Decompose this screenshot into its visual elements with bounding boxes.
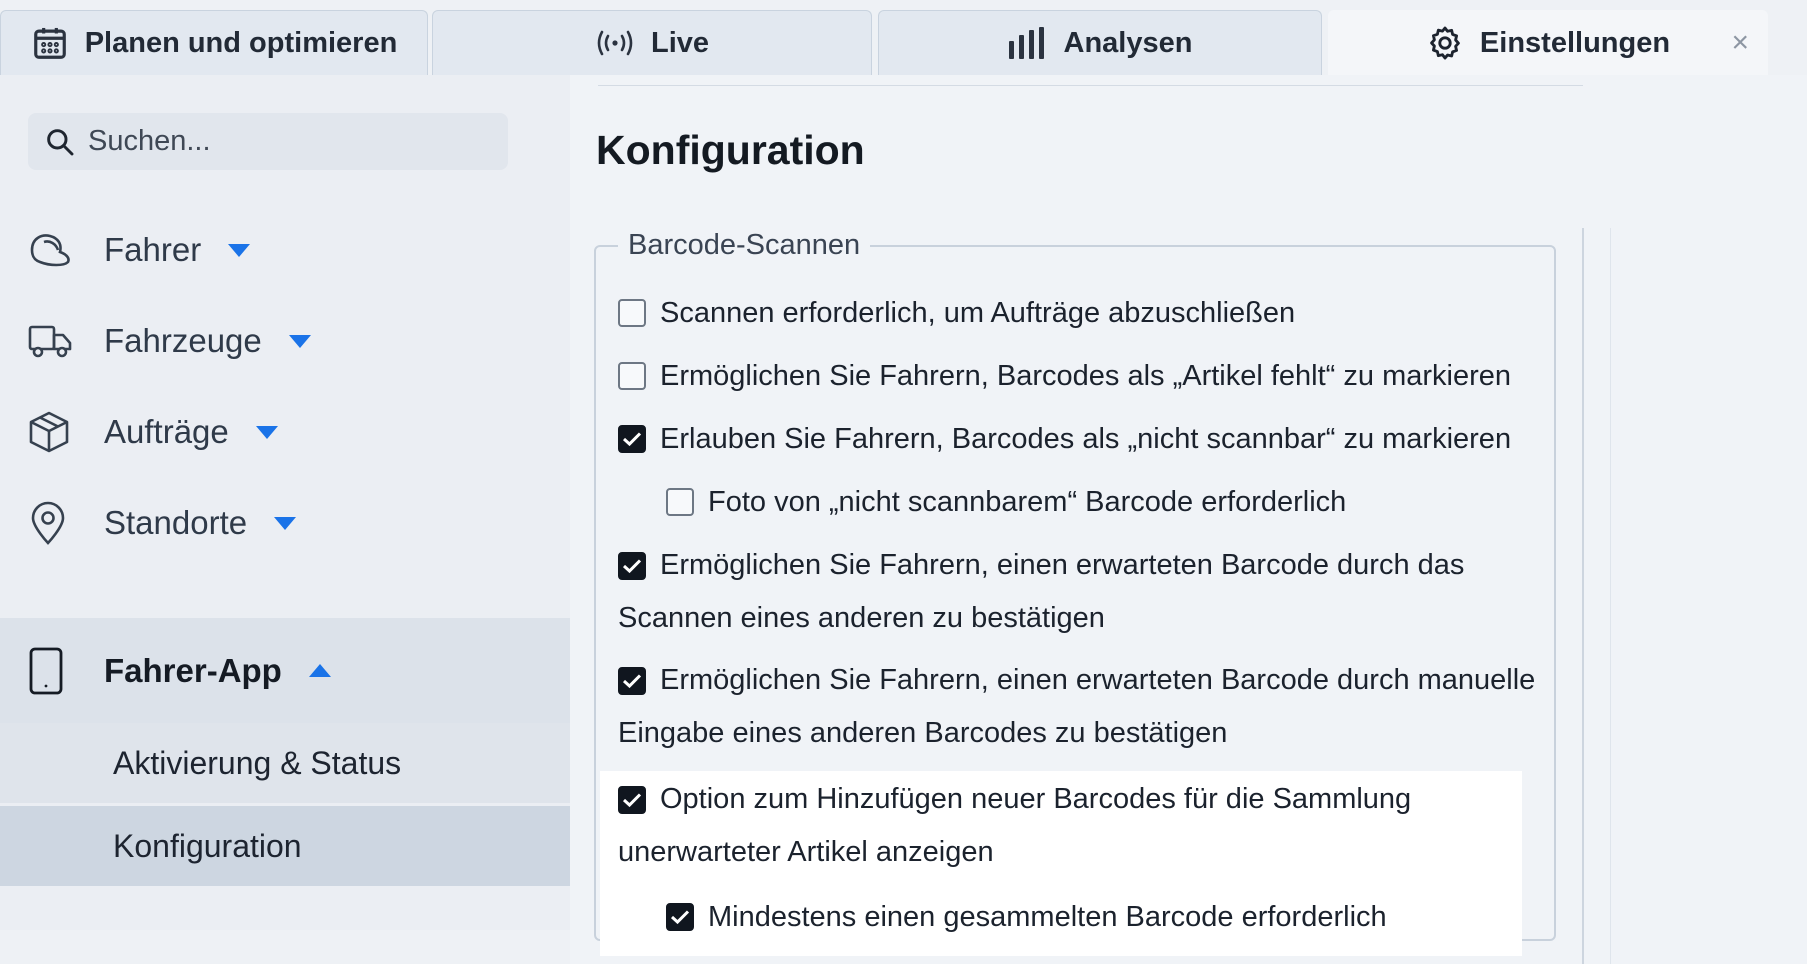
checkmark-icon	[622, 793, 642, 808]
checkbox[interactable]	[618, 552, 646, 581]
sidebar-subitem-label: Aktivierung & Status	[113, 744, 402, 781]
tab-label: Live	[650, 26, 710, 59]
sidebar-item-fahrer-app[interactable]: Fahrer-App	[0, 618, 570, 723]
option-mark-unscannable[interactable]: Erlauben Sie Fahrern, Barcodes als „nich…	[618, 413, 1511, 466]
option-mark-missing[interactable]: Ermöglichen Sie Fahrern, Barcodes als „A…	[618, 350, 1511, 403]
sidebar-item-label: Standorte	[104, 504, 248, 541]
scrollbar-track[interactable]	[1582, 228, 1584, 964]
option-min-one-barcode[interactable]: Mindestens einen gesammelten Barcode erf…	[666, 891, 1387, 944]
search-input[interactable]	[86, 124, 490, 159]
option-label: Ermöglichen Sie Fahrern, Barcodes als „A…	[660, 360, 1511, 392]
tab-label: Planen und optimieren	[84, 26, 398, 59]
caret-down-icon	[288, 333, 312, 349]
caret-down-icon	[273, 515, 297, 531]
page-title: Konfiguration	[596, 127, 865, 173]
option-label: Scannen erforderlich, um Aufträge abzusc…	[660, 297, 1296, 329]
checkbox[interactable]	[618, 362, 646, 390]
tab-analysen[interactable]: Analysen	[878, 10, 1322, 75]
option-photo-required[interactable]: Foto von „nicht scannbarem“ Barcode erfo…	[666, 476, 1346, 529]
checkbox[interactable]	[666, 488, 694, 516]
sidebar-subitem-aktivierung[interactable]: Aktivierung & Status	[0, 723, 570, 803]
checkmark-icon	[622, 432, 642, 447]
option-label: Erlauben Sie Fahrern, Barcodes als „nich…	[660, 423, 1512, 455]
sidebar-item-auftraege[interactable]: Aufträge	[0, 388, 570, 476]
caret-up-icon	[308, 663, 332, 679]
sidebar-item-label: Fahrer-App	[104, 651, 282, 689]
tab-label: Analysen	[1063, 26, 1193, 59]
checkmark-icon	[670, 910, 690, 925]
bar-chart-icon	[1008, 27, 1044, 59]
tab-bar: Planen und optimieren Live Analysen Eins…	[0, 0, 1807, 75]
close-icon[interactable]: ×	[1731, 26, 1749, 60]
tab-live[interactable]: Live	[432, 10, 872, 75]
checkmark-icon	[622, 674, 642, 689]
driver-icon	[28, 230, 74, 270]
sidebar-item-fahrer[interactable]: Fahrer	[0, 206, 570, 294]
divider	[1610, 228, 1611, 964]
tab-einstellungen[interactable]: Einstellungen ×	[1328, 10, 1768, 75]
sidebar-item-label: Aufträge	[104, 413, 229, 450]
caret-down-icon	[255, 424, 279, 440]
group-title: Barcode-Scannen	[628, 229, 861, 261]
option-confirm-by-scan[interactable]: Ermöglichen Sie Fahrern, einen erwartete…	[618, 539, 1538, 645]
sidebar-subitem-konfiguration[interactable]: Konfiguration	[0, 806, 570, 886]
option-label: Option zum Hinzufügen neuer Barcodes für…	[618, 783, 1412, 868]
checkbox[interactable]	[618, 299, 646, 327]
option-label: Ermöglichen Sie Fahrern, einen erwartete…	[618, 549, 1465, 634]
checkmark-icon	[622, 559, 642, 574]
caret-down-icon	[227, 242, 251, 258]
sidebar-subitem-label: Konfiguration	[113, 827, 302, 864]
sidebar-item-label: Fahrzeuge	[104, 322, 262, 359]
checkbox[interactable]	[618, 425, 646, 453]
divider	[598, 85, 1583, 86]
sidebar-item-standorte[interactable]: Standorte	[0, 479, 570, 567]
option-scan-required[interactable]: Scannen erforderlich, um Aufträge abzusc…	[618, 287, 1295, 340]
broadcast-icon	[597, 30, 633, 56]
checkbox[interactable]	[618, 786, 646, 815]
search-icon	[47, 128, 74, 155]
option-label: Ermöglichen Sie Fahrern, einen erwartete…	[618, 664, 1536, 749]
checkbox[interactable]	[666, 903, 694, 931]
tab-planen[interactable]: Planen und optimieren	[0, 10, 428, 75]
option-text: Ermöglichen Sie Fahrern, einen erwartete…	[618, 539, 1538, 645]
option-label: Mindestens einen gesammelten Barcode erf…	[708, 901, 1387, 933]
gear-icon	[1430, 26, 1460, 60]
calendar-icon	[33, 27, 66, 59]
tab-label: Einstellungen	[1479, 26, 1671, 59]
sidebar-item-fahrzeuge[interactable]: Fahrzeuge	[0, 297, 570, 385]
location-pin-icon	[28, 500, 74, 546]
search-box[interactable]	[28, 113, 508, 170]
checkbox[interactable]	[618, 667, 646, 696]
main-content: Konfiguration Barcode-Scannen Scannen er…	[570, 75, 1807, 964]
barcode-settings-group: Barcode-Scannen Scannen erforderlich, um…	[594, 229, 1556, 956]
phone-icon	[28, 646, 74, 696]
sidebar: Fahrer Fahrzeuge Aufträg	[0, 75, 570, 930]
sidebar-item-label: Fahrer	[104, 231, 202, 268]
option-confirm-by-manual-entry[interactable]: Ermöglichen Sie Fahrern, einen erwartete…	[618, 654, 1538, 760]
option-text: Ermöglichen Sie Fahrern, einen erwartete…	[618, 654, 1538, 760]
option-label: Foto von „nicht scannbarem“ Barcode erfo…	[708, 486, 1347, 518]
package-icon	[28, 410, 74, 454]
option-text: Option zum Hinzufügen neuer Barcodes für…	[618, 773, 1478, 879]
option-add-new-barcodes[interactable]: Option zum Hinzufügen neuer Barcodes für…	[618, 773, 1478, 879]
truck-icon	[28, 321, 74, 361]
